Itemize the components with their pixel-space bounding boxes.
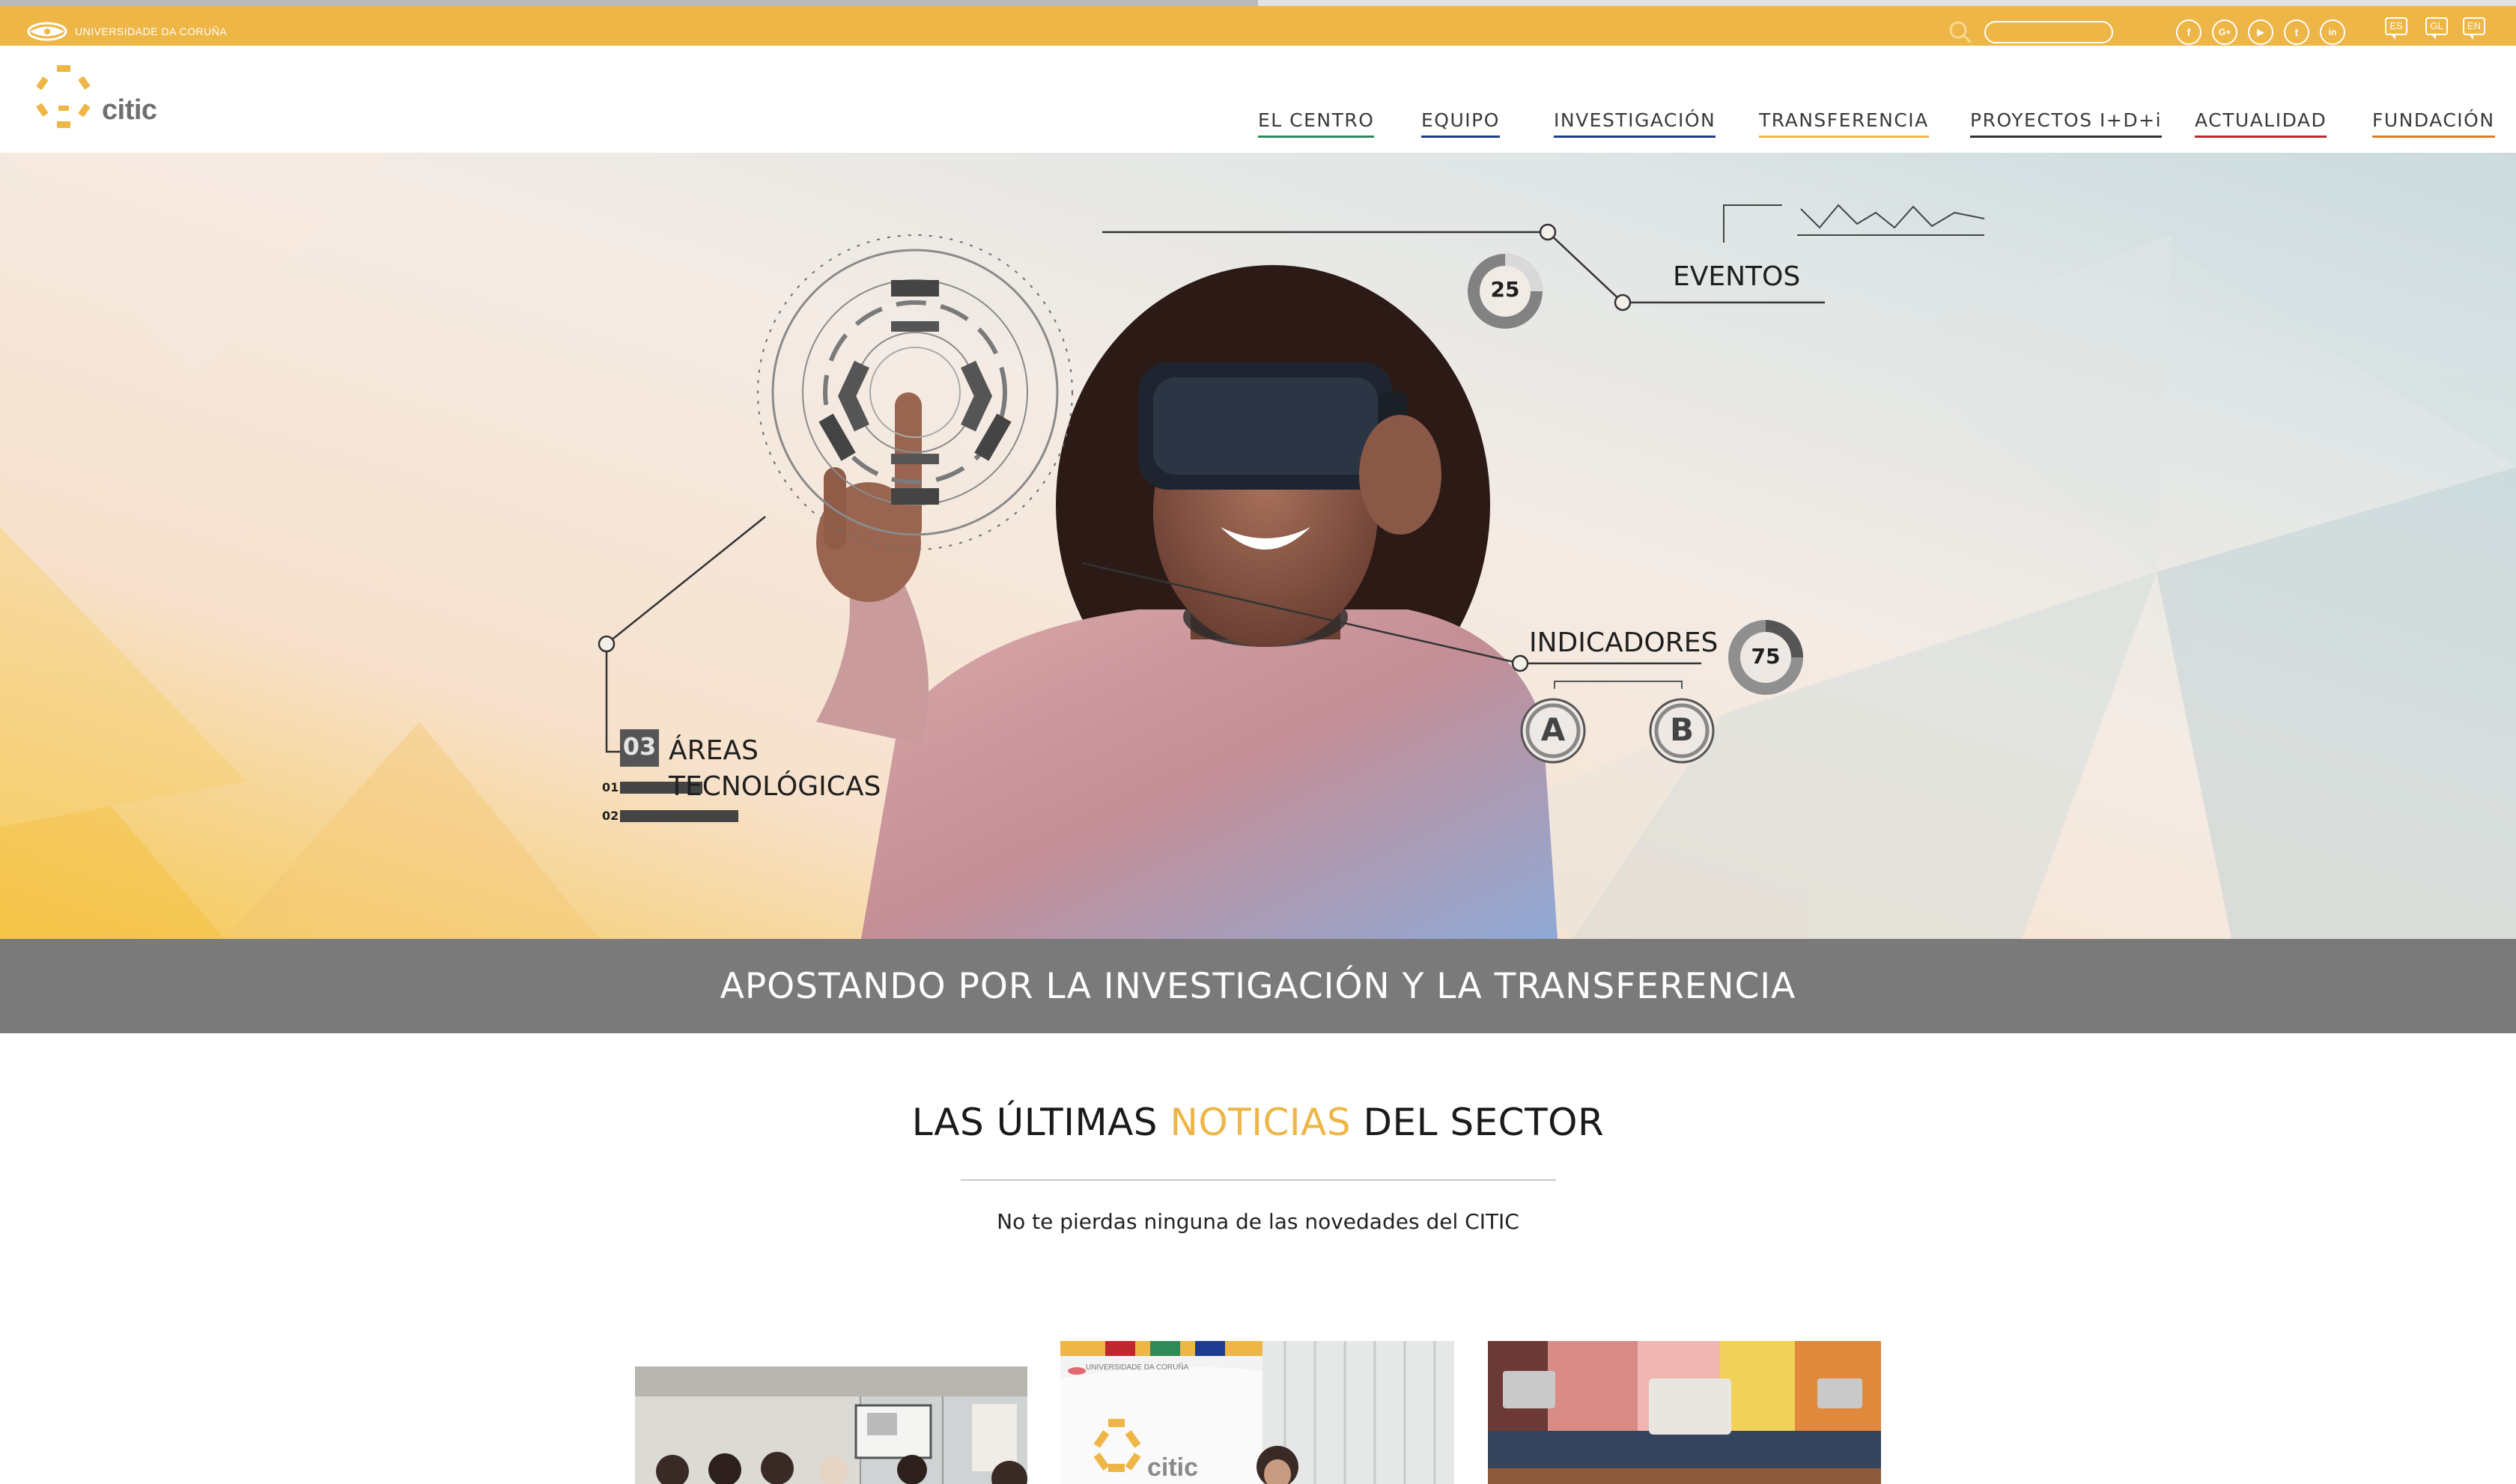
- nav-transferencia[interactable]: TRANSFERENCIA: [1759, 109, 1929, 138]
- tagline-part1: APOSTANDO POR LA: [720, 965, 1104, 1007]
- tagline-text: APOSTANDO POR LA INVESTIGACIÓN Y LA TRAN…: [720, 966, 1796, 1007]
- news-card-1-image: [635, 1366, 1027, 1484]
- news-title-highlight: NOTICIAS: [1170, 1101, 1352, 1144]
- linkedin-icon[interactable]: in: [2320, 19, 2345, 45]
- search-icon[interactable]: [1947, 19, 1974, 46]
- hero-areas-count: 03: [622, 732, 657, 761]
- university-logo-link[interactable]: UNIVERSIDADE DA CORUÑA: [27, 21, 227, 42]
- top-bar: UNIVERSIDADE DA CORUÑA f G+ ▶ t in ES GL…: [0, 6, 2516, 46]
- language-gl-label: GL: [2425, 17, 2448, 40]
- search-input[interactable]: [1984, 21, 2113, 43]
- news-card-2[interactable]: UNIVERSIDADE DA CORUÑA citic: [1060, 1341, 1454, 1484]
- hero-indicadores-count: 75: [1751, 644, 1781, 669]
- language-es-label: ES: [2385, 17, 2407, 40]
- google-plus-icon[interactable]: G+: [2212, 19, 2237, 45]
- university-emblem-icon: [27, 22, 67, 41]
- hero-areas-line2[interactable]: TECNOLÓGICAS: [669, 771, 881, 802]
- search-area: [1947, 19, 2113, 46]
- tagline-part3: Y LA: [1390, 965, 1495, 1007]
- language-gl-button[interactable]: GL: [2423, 17, 2450, 43]
- hero-background: [0, 153, 2516, 939]
- tagline-investigacion: INVESTIGACIÓN: [1103, 965, 1391, 1007]
- hero-areas-row2: 02: [602, 809, 619, 823]
- news-subtitle: No te pierdas ninguna de las novedades d…: [997, 1209, 1519, 1234]
- hero-eventos-label[interactable]: EVENTOS: [1673, 261, 1800, 292]
- news-card-3-image: [1488, 1341, 1881, 1484]
- nav-investigacion[interactable]: INVESTIGACIÓN: [1554, 109, 1716, 138]
- news-title-part2: DEL SECTOR: [1351, 1101, 1605, 1144]
- nav-equipo[interactable]: EQUIPO: [1421, 109, 1500, 138]
- news-card-3[interactable]: [1488, 1341, 1881, 1484]
- news-card-2-image: [1060, 1341, 1454, 1484]
- language-en-label: EN: [2462, 17, 2486, 40]
- tagline-banner: APOSTANDO POR LA INVESTIGACIÓN Y LA TRAN…: [0, 939, 2516, 1033]
- hero-eventos-count: 25: [1490, 277, 1520, 302]
- facebook-icon[interactable]: f: [2176, 19, 2202, 45]
- hero-indicador-a: A: [1540, 711, 1566, 748]
- hero-areas-line1[interactable]: ÁREAS: [669, 735, 759, 766]
- hero-areas-row1: 01: [602, 780, 619, 794]
- hero-indicador-b: B: [1669, 711, 1694, 748]
- nav-actualidad[interactable]: ACTUALIDAD: [2195, 109, 2327, 138]
- language-en-button[interactable]: EN: [2461, 17, 2488, 43]
- site-header: citic EL CENTRO EQUIPO INVESTIGACIÓN TRA…: [0, 46, 2516, 153]
- news-card-2-university: UNIVERSIDADE DA CORUÑA: [1086, 1363, 1189, 1372]
- twitter-icon[interactable]: t: [2284, 19, 2309, 45]
- nav-fundacion[interactable]: FUNDACIÓN: [2372, 109, 2495, 138]
- tagline-transferencia: TRANSFERENCIA: [1494, 965, 1796, 1007]
- news-section-title: LAS ÚLTIMAS NOTICIAS DEL SECTOR: [0, 1101, 2516, 1144]
- hero-slider: EVENTOS 25 INDICADORES 75 A B 03 ÁREAS T…: [0, 153, 2516, 939]
- news-card-2-logo-text: citic: [1147, 1453, 1199, 1482]
- nav-el-centro[interactable]: EL CENTRO: [1258, 109, 1375, 138]
- news-title-divider: [961, 1179, 1556, 1181]
- youtube-icon[interactable]: ▶: [2248, 19, 2273, 45]
- browser-top-edge: [0, 0, 2516, 6]
- hero-indicadores-label[interactable]: INDICADORES: [1529, 627, 1718, 658]
- nav-proyectos[interactable]: PROYECTOS I+D+i: [1970, 109, 2163, 138]
- main-navigation: EL CENTRO EQUIPO INVESTIGACIÓN TRANSFERE…: [0, 109, 2516, 139]
- news-title-part1: LAS ÚLTIMAS: [911, 1101, 1170, 1144]
- university-name: UNIVERSIDADE DA CORUÑA: [75, 25, 228, 37]
- news-card-1[interactable]: [635, 1366, 1027, 1484]
- language-es-button[interactable]: ES: [2383, 17, 2410, 43]
